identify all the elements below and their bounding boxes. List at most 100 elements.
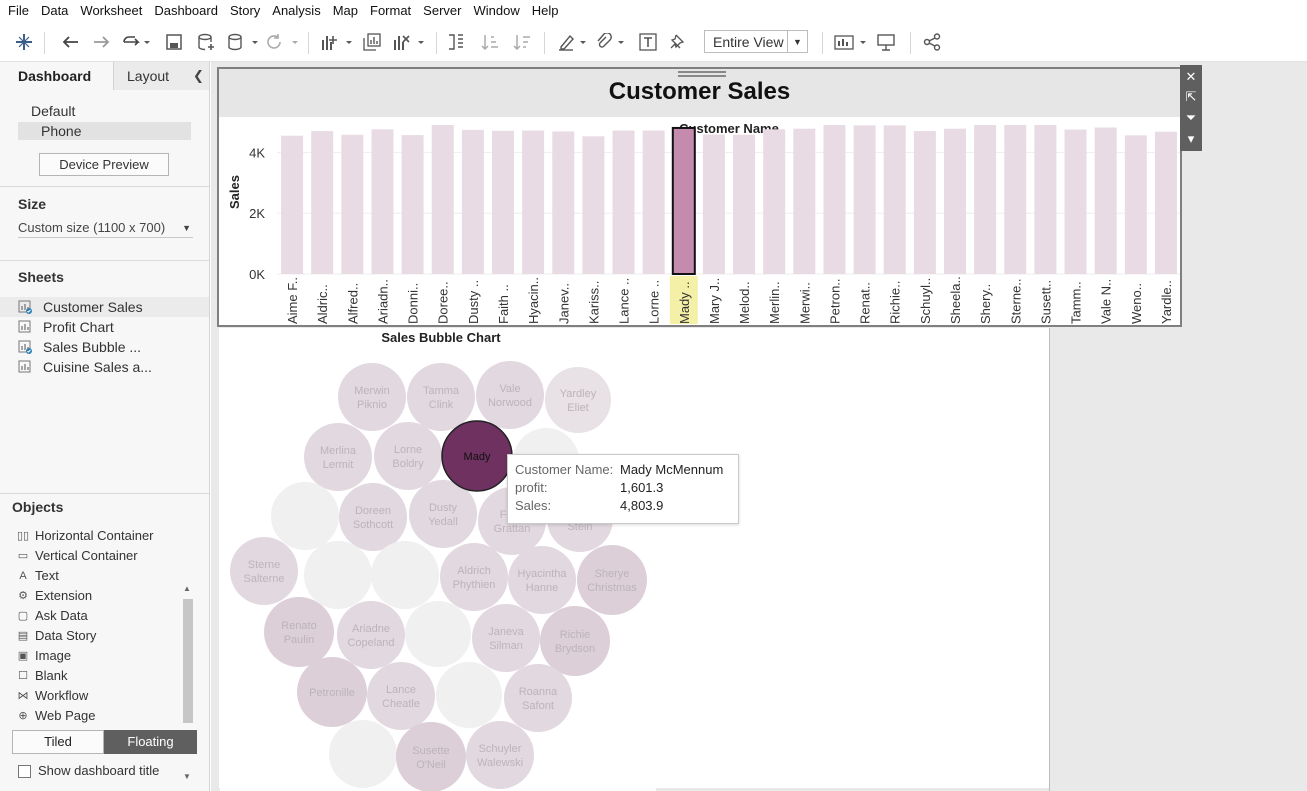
menu-worksheet[interactable]: Worksheet: [74, 0, 148, 22]
object-label: Text: [35, 568, 59, 583]
objects-heading: Objects: [12, 499, 64, 515]
object-item-vertical-container[interactable]: ▭ Vertical Container: [0, 546, 180, 566]
ask-data-icon: ▢: [17, 610, 29, 622]
bubble-label: Doreen: [355, 505, 391, 517]
sheet-item-sales-bubble[interactable]: Sales Bubble ...: [0, 337, 209, 357]
object-item-text[interactable]: A Text: [0, 566, 180, 586]
bubble-label: Sothcott: [353, 519, 393, 531]
object-item-extension[interactable]: ⚙ Extension: [0, 586, 180, 606]
annotate-icon[interactable]: [594, 30, 630, 54]
bubble-0: Merwin Piknio: [338, 363, 406, 431]
fix-axes-icon[interactable]: [666, 30, 690, 54]
presentation-mode-icon[interactable]: [874, 30, 898, 54]
image-icon: ▣: [17, 650, 29, 662]
menu-help[interactable]: Help: [526, 0, 565, 22]
bubble-chart[interactable]: Merwin Piknio Tamma Clink Vale Norwood Yardley…: [220, 359, 656, 791]
fit-select-value: Entire View: [713, 33, 784, 50]
remove-icon[interactable]: ✕: [1180, 67, 1202, 87]
bar-20: [883, 125, 906, 275]
object-label: Data Story: [35, 628, 97, 643]
sheet-item-customer-sales[interactable]: Customer Sales: [0, 297, 209, 317]
bubble-circle: [329, 720, 397, 788]
new-worksheet-icon[interactable]: [318, 30, 358, 54]
save-icon[interactable]: [162, 30, 186, 54]
filter-icon[interactable]: ⏷: [1180, 108, 1202, 128]
tab-layout[interactable]: Layout: [113, 62, 193, 90]
show-title-label: Show dashboard title: [38, 763, 160, 778]
object-item-ask-data[interactable]: ▢ Ask Data: [0, 606, 180, 626]
bubble-circle: [504, 664, 572, 732]
floating-button[interactable]: Floating: [104, 730, 197, 754]
bar-16: [763, 129, 786, 274]
bubble-19: Ariadne Copeland: [337, 601, 405, 669]
bar-0: [281, 135, 304, 274]
device-preview-button[interactable]: Device Preview: [39, 153, 169, 176]
menu-data[interactable]: Data: [35, 0, 74, 22]
menu-map[interactable]: Map: [327, 0, 364, 22]
bubble-8: Doreen Sothcott: [339, 483, 407, 551]
x-tick-label: Sterne..: [1008, 278, 1023, 324]
menu-server[interactable]: Server: [417, 0, 467, 22]
refresh-icon[interactable]: [264, 30, 304, 54]
show-dashboard-title[interactable]: Show dashboard title: [18, 763, 208, 781]
device-default[interactable]: Default: [18, 102, 191, 120]
sheet-item-cuisine-sales[interactable]: Cuisine Sales a...: [0, 357, 209, 377]
bubble-label: Roanna: [519, 686, 558, 698]
object-item-image[interactable]: ▣ Image: [0, 646, 180, 666]
sheet-item-profit-chart[interactable]: Profit Chart: [0, 317, 209, 337]
object-item-web-page[interactable]: ⊕ Web Page: [0, 706, 180, 726]
share-icon[interactable]: [920, 30, 944, 54]
object-item-horizontal-container[interactable]: ▯▯ Horizontal Container: [0, 526, 180, 546]
bubble-circle: [230, 537, 298, 605]
bar-5: [431, 125, 454, 274]
bubble-circle: [304, 423, 372, 491]
menu-dashboard[interactable]: Dashboard: [148, 0, 224, 22]
show-title-checkbox[interactable]: [18, 765, 31, 778]
redo-icon[interactable]: [90, 30, 114, 54]
highlight-icon[interactable]: [556, 30, 592, 54]
bubble-chart-title: Sales Bubble Chart: [381, 330, 501, 345]
sort-descending-icon[interactable]: [510, 30, 534, 54]
new-data-source-icon[interactable]: [194, 30, 218, 54]
swap-rows-columns-icon[interactable]: [444, 30, 468, 54]
object-item-workflow[interactable]: ⋈ Workflow: [0, 686, 180, 706]
duplicate-sheet-icon[interactable]: [360, 30, 384, 54]
menu-file[interactable]: File: [2, 0, 35, 22]
x-tick-label: Renat..: [858, 282, 873, 324]
scroll-up-icon[interactable]: ▲: [183, 584, 191, 593]
menu-format[interactable]: Format: [364, 0, 417, 22]
scrollbar-thumb[interactable]: [183, 599, 193, 723]
tooltip-key-name: Customer Name:: [515, 462, 614, 477]
fit-select[interactable]: Entire View ▼: [704, 30, 808, 53]
bubble-label: Aldrich: [457, 565, 491, 577]
go-to-sheet-icon[interactable]: ⇱: [1180, 87, 1202, 107]
object-item-data-story[interactable]: ▤ Data Story: [0, 626, 180, 646]
menu-analysis[interactable]: Analysis: [266, 0, 326, 22]
chevron-down-icon[interactable]: ▼: [787, 31, 807, 52]
objects-scrollbar[interactable]: ▲ ▼: [181, 584, 195, 784]
pause-updates-icon[interactable]: [224, 30, 264, 54]
object-item-blank[interactable]: ☐ Blank: [0, 666, 180, 686]
bubble-7: [271, 482, 339, 550]
tiled-button[interactable]: Tiled: [12, 730, 104, 754]
menu-window[interactable]: Window: [467, 0, 525, 22]
menu-story[interactable]: Story: [224, 0, 266, 22]
bubble-label: Clink: [429, 399, 454, 411]
bubble-circle: [339, 483, 407, 551]
size-select[interactable]: Custom size (1100 x 700) ▼: [18, 218, 193, 238]
customer-sales-sheet[interactable]: Customer Sales Customer Name Sales 0K 2K 4…: [217, 67, 1182, 327]
tab-dashboard[interactable]: Dashboard: [0, 62, 113, 90]
collapse-pane-icon[interactable]: ❮: [193, 68, 204, 84]
more-options-icon[interactable]: ▾: [1180, 129, 1202, 149]
sort-ascending-icon[interactable]: [478, 30, 502, 54]
device-boundary-line: [1049, 328, 1050, 791]
device-phone[interactable]: Phone: [18, 122, 191, 140]
show-mark-labels-icon[interactable]: [636, 30, 660, 54]
undo-icon[interactable]: [58, 30, 82, 54]
bubble-label: Grattan: [494, 523, 531, 535]
x-tick-label: Petron..: [827, 278, 842, 324]
tableau-logo-icon[interactable]: [12, 30, 36, 54]
replay-icon[interactable]: [120, 30, 156, 54]
show-me-icon[interactable]: [832, 30, 872, 54]
clear-sheet-icon[interactable]: [390, 30, 430, 54]
